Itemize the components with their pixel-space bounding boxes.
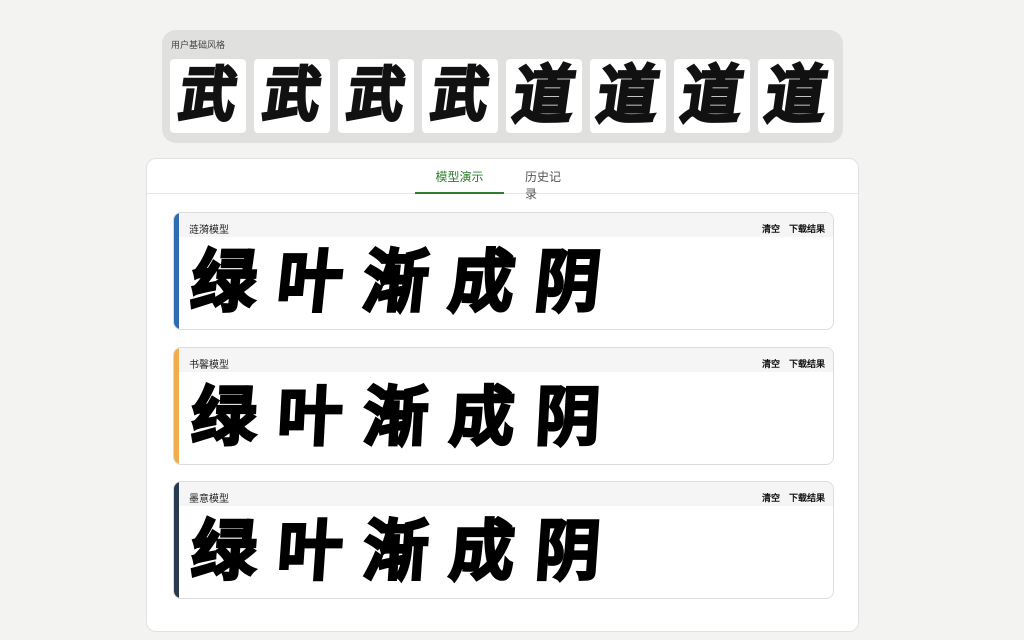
model-card-shuxin: 书馨模型 清空 下载结果 绿 叶 渐 成 阴 bbox=[173, 347, 834, 465]
thumb-glyph: 武 bbox=[342, 60, 410, 131]
download-button[interactable]: 下载结果 bbox=[789, 222, 825, 235]
style-thumb[interactable]: 道 bbox=[758, 59, 834, 133]
style-thumb[interactable]: 武 bbox=[254, 59, 330, 133]
style-thumb[interactable]: 武 bbox=[422, 59, 498, 133]
result-glyph: 叶 bbox=[272, 243, 347, 324]
card-title: 涟漪模型 bbox=[189, 225, 229, 236]
clear-button[interactable]: 清空 bbox=[762, 491, 780, 504]
style-strip-title: 用户基础风格 bbox=[171, 41, 226, 51]
tab-model-demo[interactable]: 模型演示 bbox=[415, 168, 504, 194]
model-panel: 模型演示 历史记录 涟漪模型 清空 下载结果 绿 叶 渐 成 阴 书馨模型 清空… bbox=[146, 158, 859, 632]
style-thumb[interactable]: 武 bbox=[170, 59, 246, 133]
thumb-glyph: 道 bbox=[760, 59, 833, 133]
model-card-ripple: 涟漪模型 清空 下载结果 绿 叶 渐 成 阴 bbox=[173, 212, 834, 330]
thumb-glyph: 武 bbox=[174, 60, 242, 131]
result-glyph: 绿 bbox=[186, 243, 261, 324]
result-glyph: 渐 bbox=[358, 243, 433, 324]
tab-history[interactable]: 历史记录 bbox=[525, 168, 569, 201]
thumb-glyph: 道 bbox=[592, 59, 665, 133]
card-title: 墨意模型 bbox=[189, 494, 229, 505]
result-glyph: 绿 bbox=[188, 513, 260, 592]
download-button[interactable]: 下载结果 bbox=[789, 491, 825, 504]
card-header: 墨意模型 清空 下载结果 bbox=[179, 482, 833, 506]
clear-button[interactable]: 清空 bbox=[762, 222, 780, 235]
result-glyph: 渐 bbox=[360, 513, 432, 592]
card-actions: 清空 下载结果 bbox=[762, 491, 825, 504]
download-button[interactable]: 下载结果 bbox=[789, 357, 825, 370]
card-actions: 清空 下载结果 bbox=[762, 222, 825, 235]
result-glyph: 阴 bbox=[532, 513, 604, 592]
card-actions: 清空 下载结果 bbox=[762, 357, 825, 370]
style-thumb[interactable]: 道 bbox=[590, 59, 666, 133]
style-thumb[interactable]: 道 bbox=[506, 59, 582, 133]
tab-bar: 模型演示 历史记录 bbox=[147, 159, 858, 201]
result-glyph: 叶 bbox=[275, 380, 346, 457]
thumb-glyph: 武 bbox=[426, 60, 494, 131]
style-thumb[interactable]: 道 bbox=[674, 59, 750, 133]
result-glyph: 成 bbox=[446, 513, 518, 592]
result-glyph: 阴 bbox=[533, 380, 604, 457]
result-glyph: 成 bbox=[444, 243, 519, 324]
model-card-moyi: 墨意模型 清空 下载结果 绿 叶 渐 成 阴 bbox=[173, 481, 834, 599]
thumb-glyph: 武 bbox=[258, 60, 326, 131]
card-header: 书馨模型 清空 下载结果 bbox=[179, 348, 833, 372]
result-glyphs: 绿 叶 渐 成 阴 bbox=[189, 376, 823, 460]
result-glyph: 渐 bbox=[361, 380, 432, 457]
user-style-strip: 用户基础风格 武 武 武 武 道 道 道 道 bbox=[162, 30, 843, 143]
result-glyph: 阴 bbox=[530, 243, 605, 324]
style-thumb[interactable]: 武 bbox=[338, 59, 414, 133]
result-glyphs: 绿 叶 渐 成 阴 bbox=[188, 510, 823, 594]
result-glyph: 成 bbox=[447, 380, 518, 457]
result-glyph: 绿 bbox=[189, 380, 260, 457]
clear-button[interactable]: 清空 bbox=[762, 357, 780, 370]
thumb-glyph: 道 bbox=[676, 59, 749, 133]
thumb-glyph: 道 bbox=[508, 59, 581, 133]
result-glyphs: 绿 叶 渐 成 阴 bbox=[186, 241, 823, 325]
result-glyph: 叶 bbox=[274, 513, 346, 592]
card-title: 书馨模型 bbox=[189, 360, 229, 371]
card-header: 涟漪模型 清空 下载结果 bbox=[179, 213, 833, 237]
